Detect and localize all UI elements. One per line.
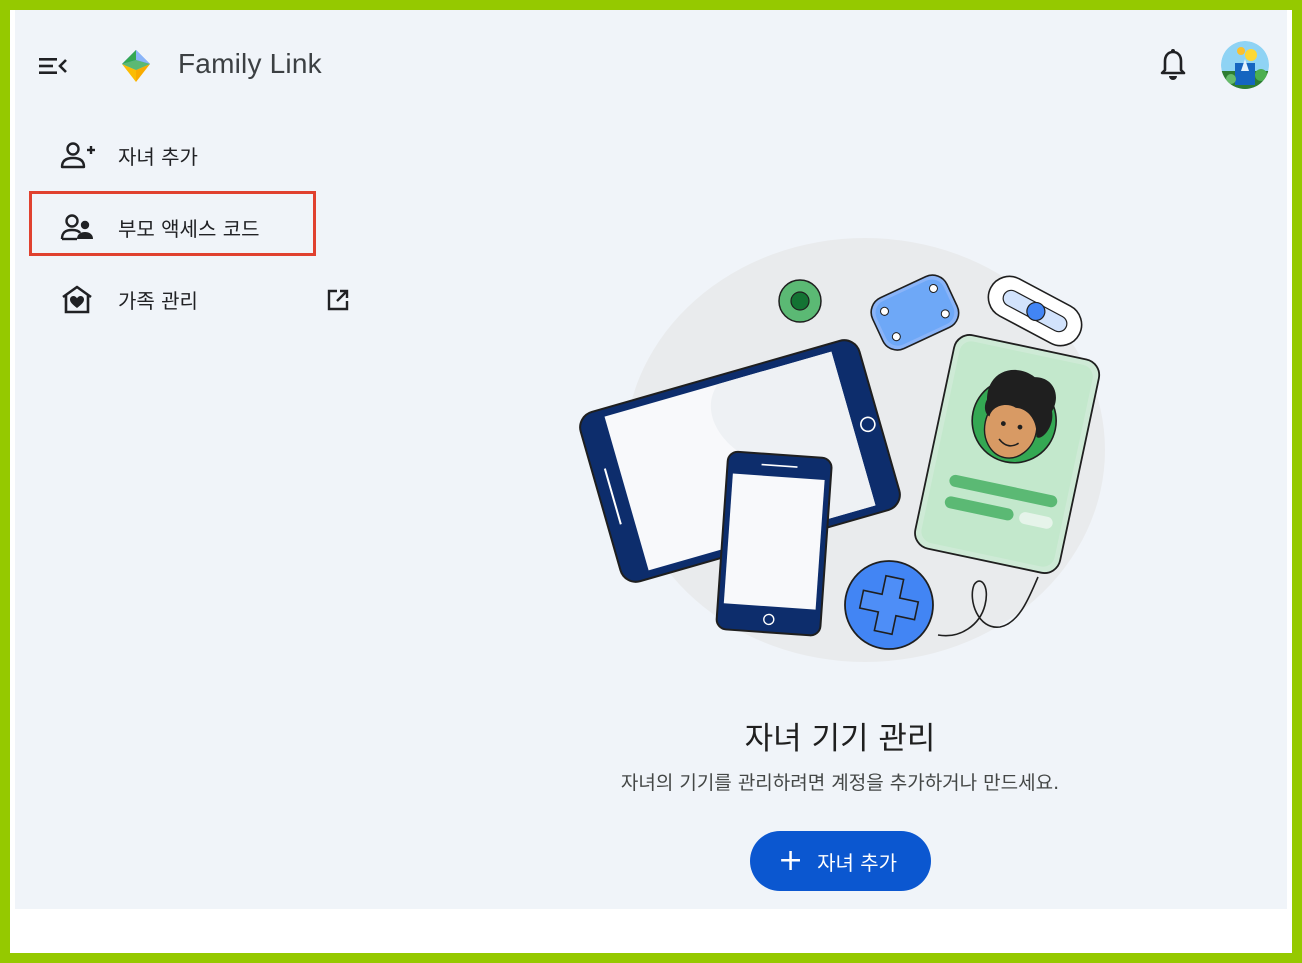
open-in-new-icon[interactable]	[326, 288, 350, 312]
highlight-box	[29, 191, 316, 256]
notifications-bell-icon[interactable]	[1158, 48, 1188, 82]
sidebar-item-add-child[interactable]: 자녀 추가	[60, 133, 350, 177]
home-heart-icon	[60, 284, 96, 314]
add-child-button-label: 자녀 추가	[817, 850, 898, 875]
family-link-logo	[119, 48, 153, 84]
plus-icon: +	[777, 843, 804, 878]
menu-collapse-icon[interactable]	[37, 52, 69, 80]
add-child-button[interactable]: + 자녀 추가	[750, 831, 931, 891]
empty-state-title: 자녀 기기 관리	[744, 721, 936, 757]
account-avatar[interactable]	[1221, 41, 1269, 89]
family-link-app: Family Link 자녀 추가 부모 액세스 코드 가족 관리 자녀 기기 …	[15, 10, 1287, 909]
empty-state-subtitle: 자녀의 기기를 관리하려면 계정을 추가하거나 만드세요.	[620, 772, 1060, 794]
sidebar-item-label: 자녀 추가	[118, 144, 198, 169]
app-title: Family Link	[178, 48, 322, 79]
person-add-icon	[60, 140, 96, 170]
sidebar-item-family-management[interactable]: 가족 관리	[60, 277, 350, 321]
empty-state-illustration	[560, 235, 1120, 675]
sidebar-item-label: 가족 관리	[118, 288, 198, 313]
